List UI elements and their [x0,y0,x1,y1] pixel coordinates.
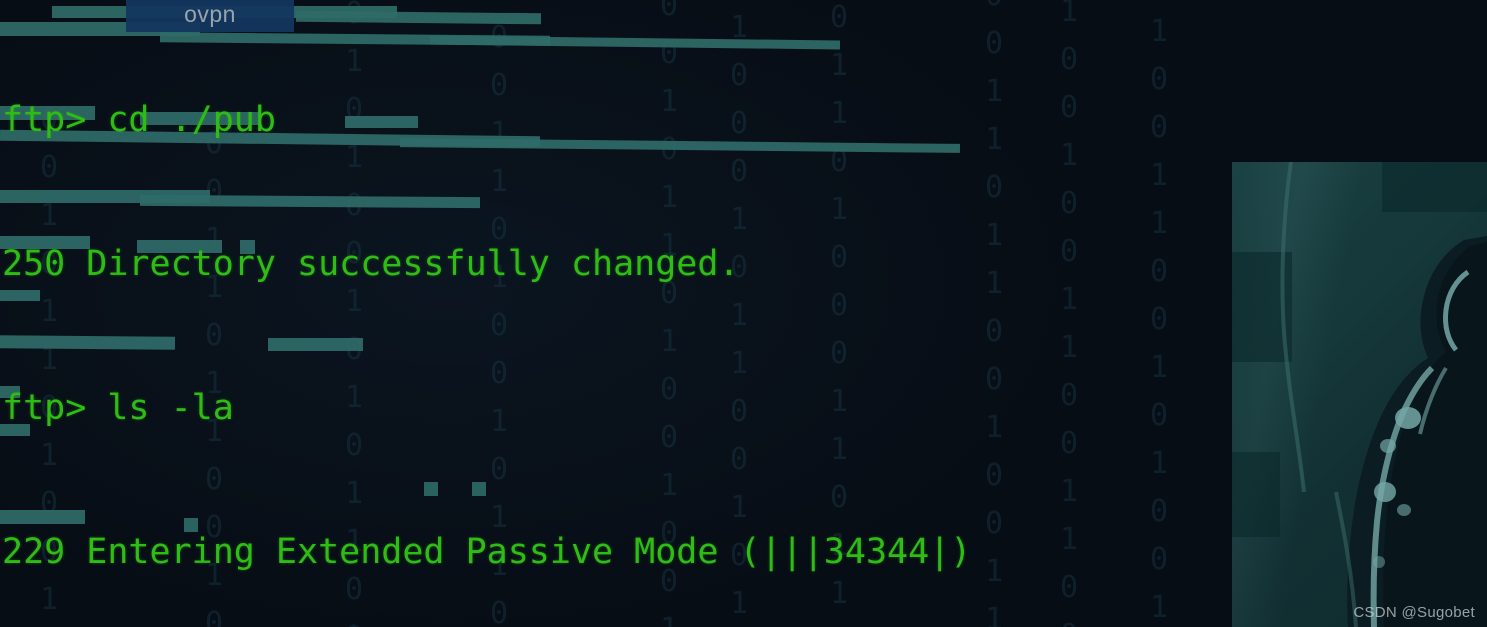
ftp-terminal-output[interactable]: ftp> cd ./pub 250 Directory successfully… [0,0,1487,627]
terminal-line: 229 Entering Extended Passive Mode (|||3… [2,532,972,572]
terminal-line: ftp> cd ./pub [2,100,276,140]
terminal-line: 250 Directory successfully changed. [2,244,740,284]
terminal-screenshot: 0 1 0 1 0 0 1 0 1 0 1 1 0 0 1 0 0 1 1 0 … [0,0,1487,627]
terminal-line: ftp> ls -la [2,388,234,428]
watermark: CSDN @Sugobet [1353,604,1475,621]
